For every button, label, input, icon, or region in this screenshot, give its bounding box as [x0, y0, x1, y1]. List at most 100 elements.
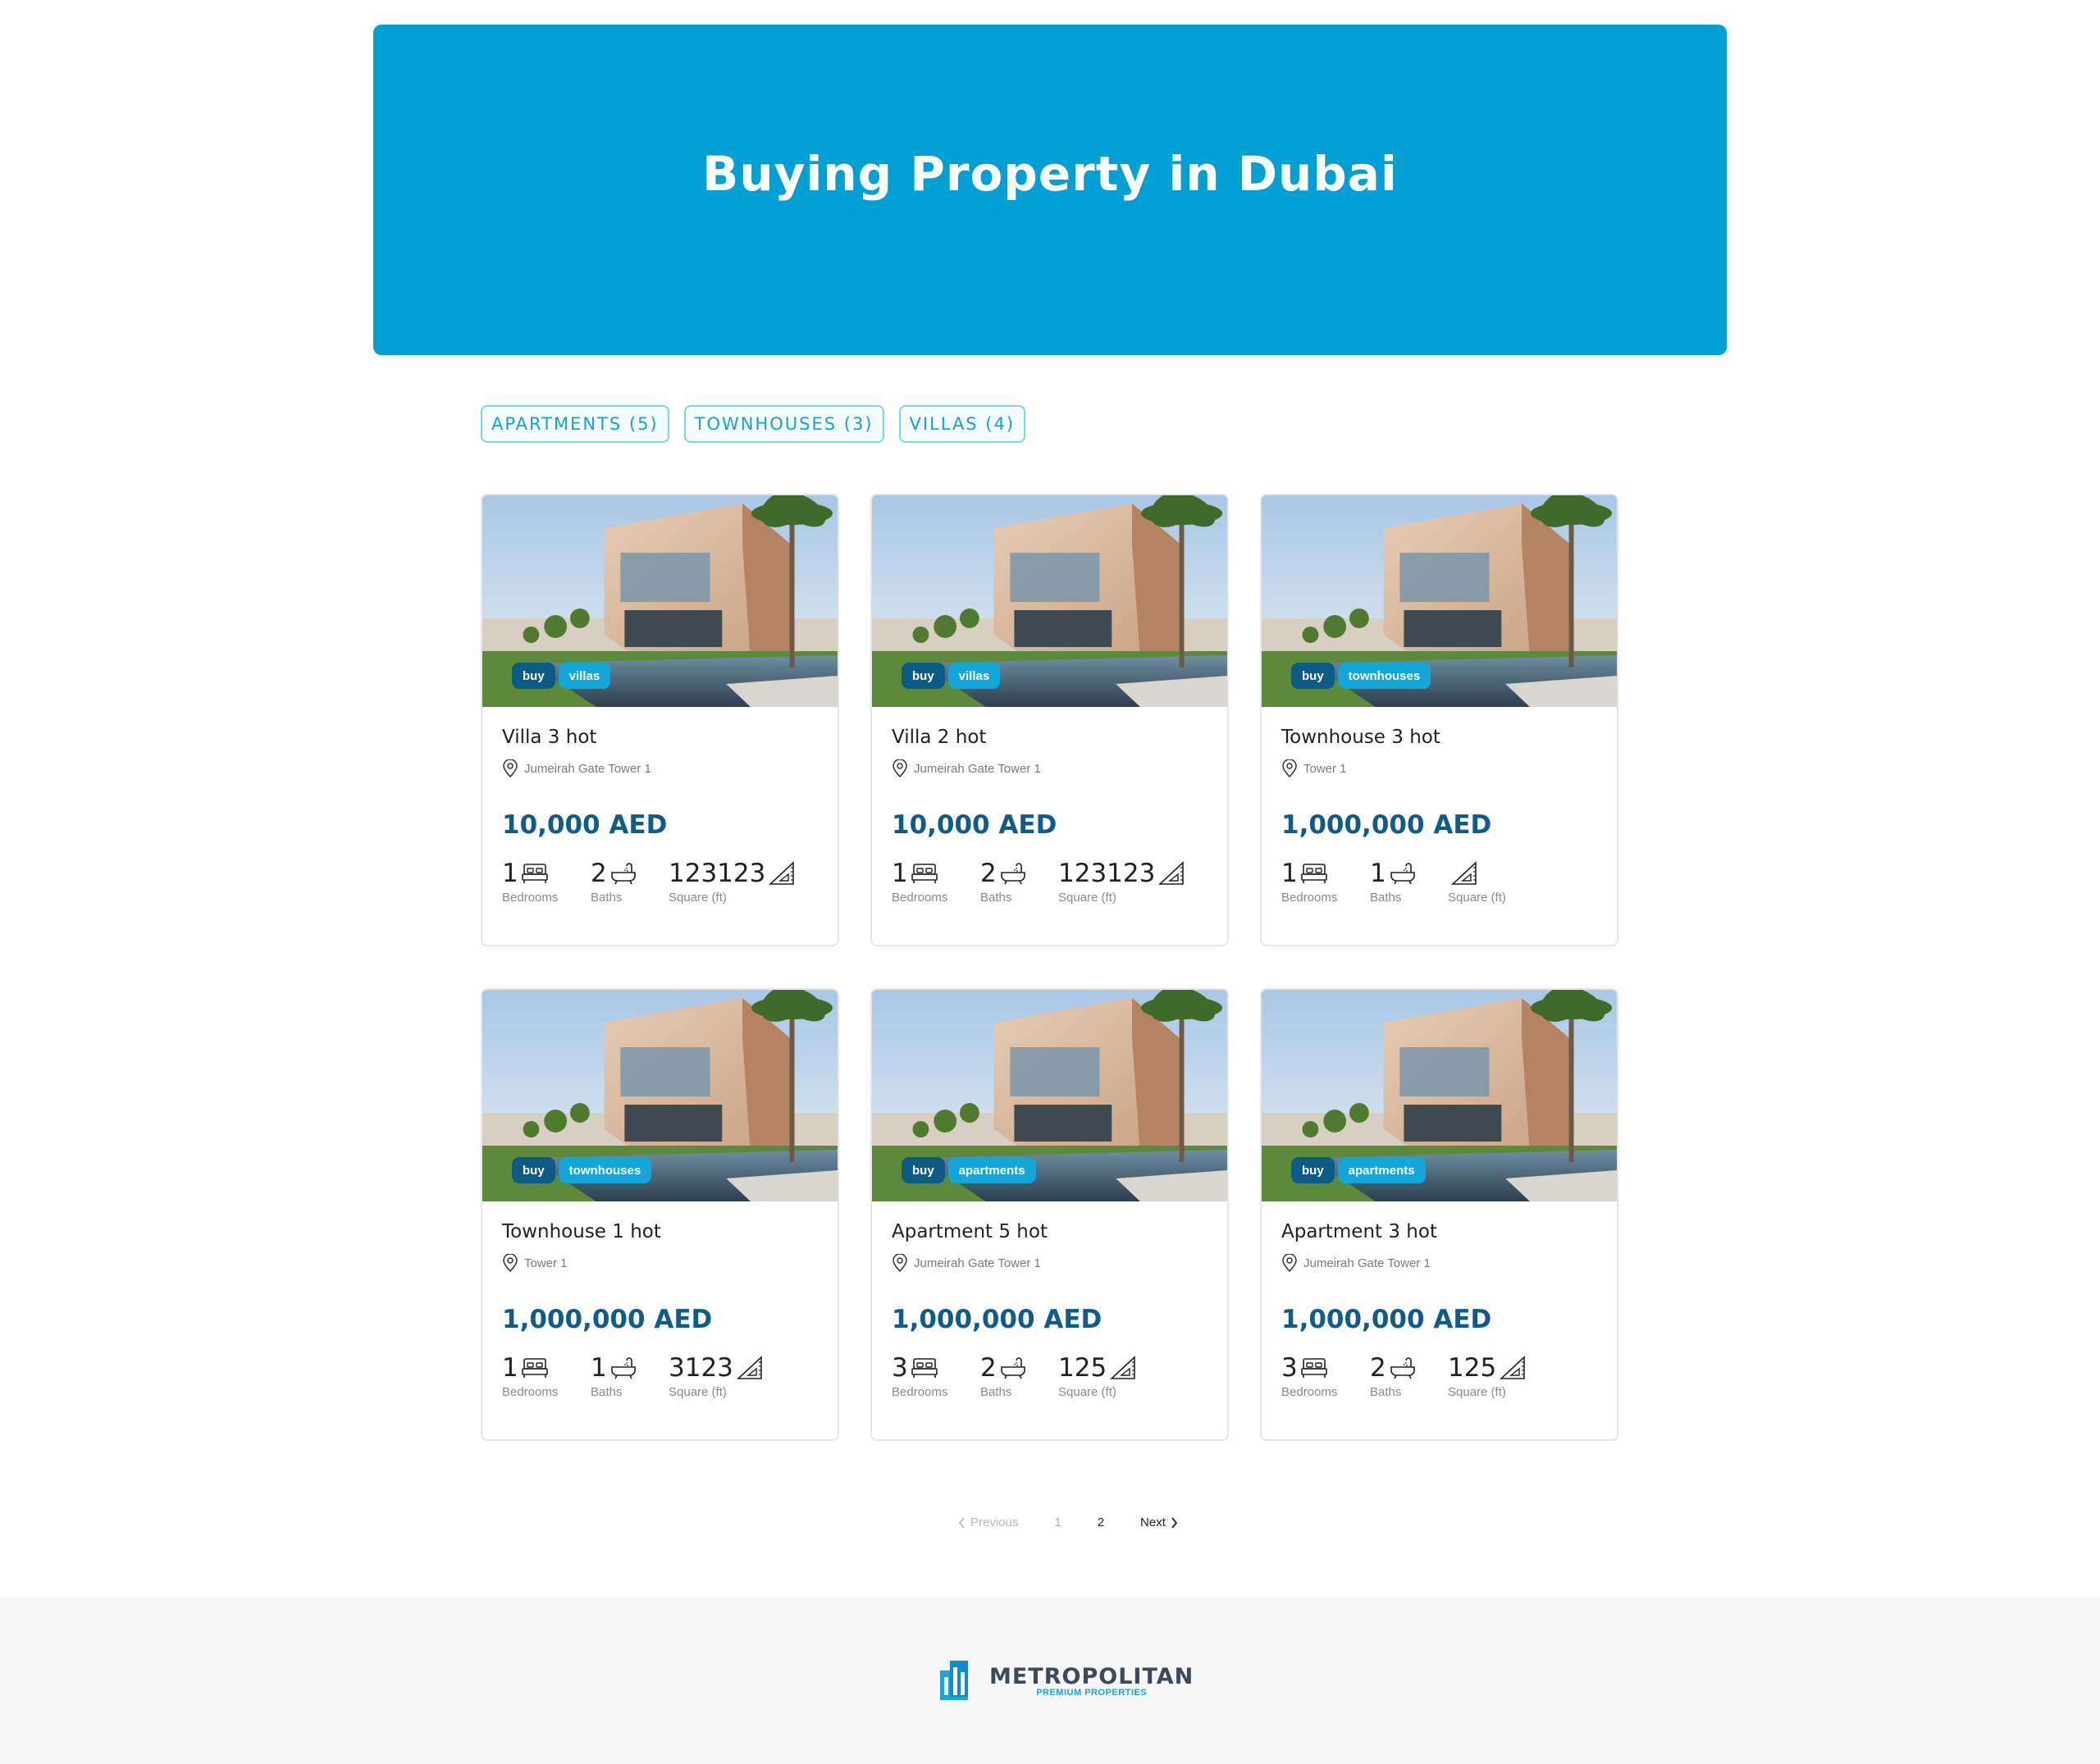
map-pin-icon — [503, 1254, 518, 1272]
property-price: 10,000 AED — [502, 810, 668, 840]
previous-page-link[interactable]: Previous — [958, 1516, 1018, 1529]
bedrooms-count: 3 — [892, 1353, 908, 1383]
category-badge[interactable]: townhouses — [1337, 663, 1431, 689]
listing-type-badge[interactable]: buy — [512, 1157, 555, 1183]
category-badge[interactable]: apartments — [1337, 1157, 1426, 1183]
property-image[interactable]: buy townhouses — [482, 990, 838, 1201]
property-image[interactable]: buy villas — [872, 495, 1227, 707]
baths-count: 2 — [980, 1353, 997, 1383]
property-tags: buy apartments — [1291, 1157, 1426, 1183]
area-label: Square (ft) — [1448, 891, 1506, 905]
bedrooms-stat: 3 Bedrooms — [892, 1352, 980, 1399]
category-badge[interactable]: villas — [947, 663, 1001, 689]
property-image[interactable]: buy apartments — [872, 990, 1227, 1201]
property-image[interactable]: buy villas — [482, 495, 838, 707]
property-location: Tower 1 — [1281, 759, 1597, 777]
bed-icon — [1300, 1358, 1327, 1378]
bedrooms-count: 1 — [892, 859, 908, 888]
location-text: Jumeirah Gate Tower 1 — [1303, 1256, 1431, 1270]
set-square-icon — [736, 1356, 762, 1379]
map-pin-icon — [892, 759, 907, 777]
location-text: Jumeirah Gate Tower 1 — [914, 1256, 1041, 1270]
next-page-link[interactable]: Next — [1140, 1516, 1178, 1529]
map-pin-icon — [1282, 1254, 1297, 1272]
baths-count: 1 — [591, 1353, 607, 1383]
bedrooms-label: Bedrooms — [502, 1385, 559, 1399]
location-text: Jumeirah Gate Tower 1 — [524, 761, 651, 776]
property-card[interactable]: buy apartments Apartment 3 hot Jumeirah Gat… — [1260, 988, 1618, 1441]
bedrooms-count: 1 — [502, 859, 518, 888]
category-badge[interactable]: townhouses — [558, 1157, 652, 1183]
building-logo-icon — [940, 1661, 968, 1700]
property-stats: 1 Bedrooms 1 Baths Square (ft) — [1281, 858, 1597, 905]
property-location: Jumeirah Gate Tower 1 — [892, 1254, 1208, 1272]
property-card[interactable]: buy villas Villa 2 hot Jumeirah Gate Tower … — [870, 494, 1229, 946]
metropolitan-logo[interactable]: METROPOLITAN PREMIUM PROPERTIES — [940, 1661, 1194, 1700]
area-label: Square (ft) — [669, 1385, 727, 1399]
listing-type-badge[interactable]: buy — [902, 1157, 945, 1183]
filter-villas[interactable]: VILLAS (4) — [898, 405, 1026, 443]
category-badge[interactable]: villas — [558, 663, 611, 689]
filter-townhouses[interactable]: TOWNHOUSES (3) — [683, 405, 884, 443]
filter-apartments[interactable]: APARTMENTS (5) — [481, 405, 669, 443]
property-tags: buy villas — [902, 663, 1001, 689]
property-location: Tower 1 — [502, 1254, 818, 1272]
property-card[interactable]: buy townhouses Townhouse 3 hot Tower 1 1,000… — [1260, 494, 1618, 946]
property-title[interactable]: Apartment 3 hot — [1281, 1221, 1597, 1242]
property-title[interactable]: Townhouse 3 hot — [1281, 727, 1597, 748]
baths-label: Baths — [980, 1385, 1012, 1399]
property-image[interactable]: buy townhouses — [1262, 495, 1617, 707]
map-pin-icon — [1282, 759, 1297, 777]
baths-count: 2 — [591, 859, 607, 888]
baths-stat: 2 Baths — [980, 1352, 1058, 1399]
property-title[interactable]: Villa 3 hot — [502, 727, 818, 748]
area-label: Square (ft) — [1058, 891, 1116, 905]
area-label: Square (ft) — [669, 891, 727, 905]
property-location: Jumeirah Gate Tower 1 — [1281, 1254, 1597, 1272]
property-stats: 3 Bedrooms 2 Baths 125 Square (ft) — [892, 1352, 1208, 1399]
location-text: Tower 1 — [1303, 761, 1347, 776]
map-pin-icon — [503, 759, 518, 777]
baths-stat: 1 Baths — [591, 1352, 669, 1399]
set-square-icon — [1110, 1356, 1135, 1379]
category-filters: APARTMENTS (5) TOWNHOUSES (3) VILLAS (4) — [481, 405, 1026, 443]
area-value: 125 — [1058, 1353, 1107, 1383]
property-title[interactable]: Villa 2 hot — [892, 727, 1208, 748]
map-pin-icon — [892, 1254, 907, 1272]
listing-type-badge[interactable]: buy — [1291, 663, 1335, 689]
listing-type-badge[interactable]: buy — [902, 663, 945, 689]
listing-type-badge[interactable]: buy — [512, 663, 555, 689]
baths-stat: 2 Baths — [591, 858, 669, 905]
page-link-1[interactable]: 1 — [1054, 1516, 1061, 1529]
bed-icon — [911, 1358, 938, 1378]
property-price: 1,000,000 AED — [502, 1305, 713, 1334]
property-card[interactable]: buy townhouses Townhouse 1 hot Tower 1 1,000… — [481, 988, 839, 1441]
bedrooms-count: 3 — [1281, 1353, 1298, 1383]
property-title[interactable]: Apartment 5 hot — [892, 1221, 1208, 1242]
page-link-2-current[interactable]: 2 — [1098, 1516, 1104, 1529]
bathtub-icon — [610, 863, 636, 885]
set-square-icon — [769, 861, 795, 885]
property-card[interactable]: buy villas Villa 3 hot Jumeirah Gate Tower … — [481, 494, 839, 946]
category-badge[interactable]: apartments — [947, 1157, 1036, 1183]
baths-label: Baths — [980, 891, 1012, 905]
listing-grid: buy villas Villa 3 hot Jumeirah Gate Tower … — [481, 494, 1621, 1441]
area-value: 3123 — [669, 1353, 733, 1383]
baths-label: Baths — [1370, 1385, 1402, 1399]
baths-label: Baths — [591, 891, 623, 905]
property-tags: buy townhouses — [1291, 663, 1431, 689]
area-label: Square (ft) — [1058, 1385, 1116, 1399]
pagination: Previous 1 2 Next — [958, 1516, 1178, 1529]
baths-stat: 2 Baths — [980, 858, 1058, 905]
bed-icon — [1300, 864, 1327, 883]
bedrooms-count: 1 — [1281, 859, 1298, 888]
bathtub-icon — [610, 1357, 636, 1379]
listing-type-badge[interactable]: buy — [1291, 1157, 1335, 1183]
area-stat: 123123 Square (ft) — [1058, 858, 1185, 905]
property-card[interactable]: buy apartments Apartment 5 hot Jumeirah Gat… — [870, 988, 1229, 1441]
property-title[interactable]: Townhouse 1 hot — [502, 1221, 818, 1242]
property-stats: 1 Bedrooms 2 Baths 123123 Square (ft) — [502, 858, 818, 905]
property-image[interactable]: buy apartments — [1262, 990, 1617, 1201]
baths-count: 1 — [1370, 859, 1386, 888]
property-price: 1,000,000 AED — [892, 1305, 1102, 1334]
